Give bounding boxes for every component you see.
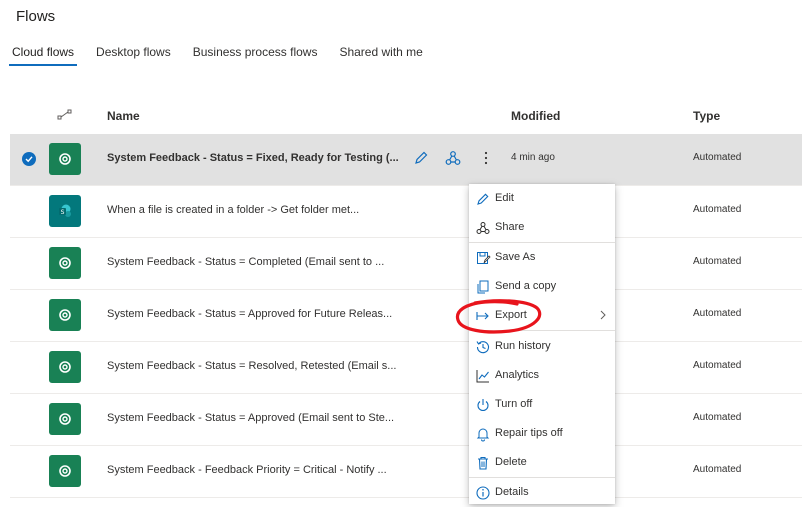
menu-item-label: Repair tips off [495,427,563,439]
power-automate-icon [49,247,81,279]
flow-name[interactable]: System Feedback - Status = Approved for … [107,308,392,320]
power-automate-icon [49,299,81,331]
flow-name[interactable]: System Feedback - Feedback Priority = Cr… [107,464,387,476]
flow-name[interactable]: System Feedback - Status = Approved (Ema… [107,412,394,424]
menu-item-run-history[interactable]: Run history [469,332,615,361]
flow-name[interactable]: System Feedback - Status = Fixed, Ready … [107,152,399,164]
menu-item-label: Turn off [495,398,533,410]
trash-icon [478,456,488,470]
menu-item-save-as[interactable]: Save As [469,243,615,272]
flow-type: Automated [693,308,742,319]
column-header-modified[interactable]: Modified [511,109,560,123]
flow-modified: 4 min ago [511,152,555,163]
table-row[interactable]: S When a file is created in a folder -> … [10,186,802,238]
share-icon[interactable] [444,149,462,167]
flow-type: Automated [693,360,742,371]
sharepoint-icon: S [49,195,81,227]
copy-icon [477,280,489,294]
power-automate-icon [49,351,81,383]
flow-type-column-icon[interactable] [57,108,73,122]
save-as-icon [477,252,491,264]
more-options-icon[interactable] [477,149,495,167]
menu-item-turn-off[interactable]: Turn off [469,390,615,419]
column-header-name[interactable]: Name [107,109,140,123]
menu-item-label: Share [495,221,525,233]
flow-name[interactable]: When a file is created in a folder -> Ge… [107,204,359,216]
table-row[interactable]: System Feedback - Status = Fixed, Ready … [10,134,802,186]
menu-item-label: Analytics [495,369,540,381]
menu-item-send-a-copy[interactable]: Send a copy [469,272,615,301]
info-icon [476,486,490,500]
pencil-icon [477,193,489,205]
menu-item-details[interactable]: Details [469,478,615,507]
tab-shared-with-me[interactable]: Shared with me [339,45,422,65]
page-title: Flows [16,8,56,25]
flow-name[interactable]: System Feedback - Status = Completed (Em… [107,256,384,268]
share-icon [476,222,490,234]
tab-desktop-flows[interactable]: Desktop flows [96,45,171,65]
table-row[interactable]: System Feedback - Status = Approved (Ema… [10,394,802,446]
flow-tabs: Cloud flows Desktop flows Business proce… [8,45,445,69]
menu-item-share[interactable]: Share [469,213,615,242]
table-row[interactable]: System Feedback - Status = Completed (Em… [10,238,802,290]
flow-type: Automated [693,412,742,423]
power-automate-icon [49,143,81,175]
menu-item-label: Run history [495,340,551,352]
history-icon [476,341,489,354]
power-icon [477,399,489,412]
menu-item-delete[interactable]: Delete [469,448,615,477]
tab-cloud-flows[interactable]: Cloud flows [8,45,78,66]
table-row[interactable]: System Feedback - Status = Approved for … [10,290,802,342]
menu-item-label: Edit [495,192,514,204]
menu-item-label: Details [495,486,529,498]
context-menu: Edit Share Save As Send a copy Export Ru… [469,184,615,504]
row-selected-checkmark-icon[interactable] [22,152,36,166]
power-automate-icon [49,403,81,435]
menu-item-repair-tips-off[interactable]: Repair tips off [469,419,615,448]
edit-pencil-icon[interactable] [412,149,430,167]
tab-business-process-flows[interactable]: Business process flows [193,45,318,65]
menu-item-label: Save As [495,251,536,263]
table-row[interactable]: System Feedback - Status = Resolved, Ret… [10,342,802,394]
power-automate-icon [49,455,81,487]
menu-item-label: Delete [495,456,527,468]
analytics-icon [476,370,489,383]
column-header-type[interactable]: Type [693,109,720,123]
flow-type: Automated [693,152,742,163]
menu-item-edit[interactable]: Edit [469,184,615,213]
flow-type: Automated [693,204,742,215]
menu-item-analytics[interactable]: Analytics [469,361,615,390]
bell-icon [476,428,490,442]
svg-text:S: S [61,209,65,216]
table-row[interactable]: System Feedback - Feedback Priority = Cr… [10,446,802,498]
export-highlight-annotation [455,299,542,334]
flow-type: Automated [693,464,742,475]
chevron-right-icon [600,310,606,320]
flow-type: Automated [693,256,742,267]
flow-name[interactable]: System Feedback - Status = Resolved, Ret… [107,360,396,372]
menu-item-label: Send a copy [495,280,557,292]
